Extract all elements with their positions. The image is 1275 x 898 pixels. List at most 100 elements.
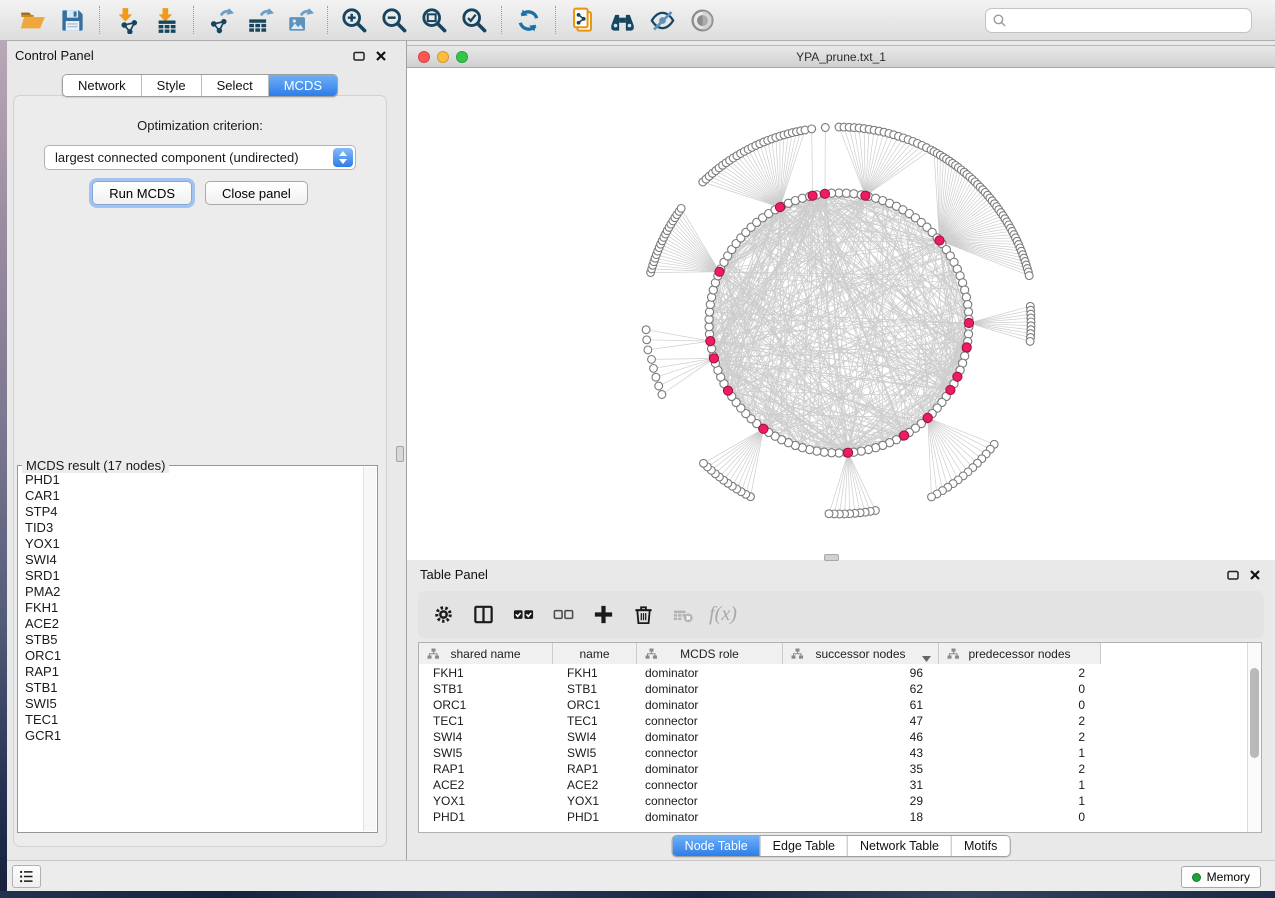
zoom-in-button[interactable] bbox=[338, 4, 371, 37]
close-table-panel-button[interactable] bbox=[1248, 568, 1261, 581]
table-cell: dominator bbox=[637, 697, 783, 713]
import-network-icon bbox=[113, 7, 140, 34]
table-cell: 43 bbox=[783, 745, 939, 761]
criterion-select[interactable]: largest connected component (undirected) bbox=[44, 145, 356, 170]
table-cell: connector bbox=[637, 713, 783, 729]
mcds-result-item[interactable]: SWI5 bbox=[25, 696, 362, 712]
mcds-result-item[interactable]: PMA2 bbox=[25, 584, 362, 600]
column-header-shared-name[interactable]: shared name bbox=[419, 643, 553, 664]
float-table-panel-button[interactable] bbox=[1226, 568, 1239, 581]
table-scrollbar-thumb[interactable] bbox=[1250, 668, 1259, 758]
mcds-result-item[interactable]: CAR1 bbox=[25, 488, 362, 504]
table-cell: ACE2 bbox=[553, 777, 637, 793]
table-row[interactable]: STB1STB1dominator620 bbox=[419, 681, 1247, 697]
export-table-button[interactable] bbox=[244, 4, 277, 37]
export-image-button[interactable] bbox=[284, 4, 317, 37]
table-row[interactable]: FKH1FKH1dominator962 bbox=[419, 665, 1247, 681]
toolbar-group bbox=[502, 4, 555, 37]
memory-button[interactable]: Memory bbox=[1181, 866, 1261, 888]
vertical-splitter[interactable] bbox=[393, 41, 407, 860]
mcds-result-item[interactable]: SWI4 bbox=[25, 552, 362, 568]
network-window-titlebar[interactable]: YPA_prune.txt_1 bbox=[407, 45, 1275, 68]
refresh-button[interactable] bbox=[512, 4, 545, 37]
mcds-result-item[interactable]: YOX1 bbox=[25, 536, 362, 552]
network-graph[interactable] bbox=[407, 68, 1275, 560]
float-panel-button[interactable] bbox=[352, 49, 365, 62]
deselect-all-rows-button[interactable] bbox=[550, 602, 576, 628]
mcds-result-item[interactable]: TID3 bbox=[25, 520, 362, 536]
search-input[interactable] bbox=[1010, 10, 1247, 31]
table-row[interactable]: TEC1TEC1connector472 bbox=[419, 713, 1247, 729]
save-session-button[interactable] bbox=[56, 4, 89, 37]
zoom-selected-button[interactable] bbox=[458, 4, 491, 37]
mcds-result-item[interactable]: PHD1 bbox=[25, 472, 362, 488]
zoom-out-icon bbox=[381, 7, 408, 34]
search-network-button[interactable] bbox=[606, 4, 639, 37]
close-panel-button[interactable] bbox=[374, 49, 387, 62]
tab-mcds[interactable]: MCDS bbox=[268, 75, 337, 96]
table-row[interactable]: RAP1RAP1dominator352 bbox=[419, 761, 1247, 777]
mcds-result-item[interactable]: ORC1 bbox=[25, 648, 362, 664]
tab-motifs[interactable]: Motifs bbox=[951, 836, 1009, 856]
tab-style[interactable]: Style bbox=[141, 75, 201, 96]
network-canvas[interactable] bbox=[407, 68, 1275, 560]
table-cell: 96 bbox=[783, 665, 939, 681]
automation-panel-button[interactable] bbox=[12, 865, 41, 888]
mcds-result-item[interactable]: RAP1 bbox=[25, 664, 362, 680]
column-header-successor-nodes[interactable]: successor nodes bbox=[783, 643, 939, 664]
control-panel: Control Panel NetworkStyleSelectMCDS Opt… bbox=[7, 41, 393, 860]
vertical-splitter-handle[interactable] bbox=[396, 446, 404, 462]
table-row[interactable]: ACE2ACE2connector311 bbox=[419, 777, 1247, 793]
select-all-rows-button[interactable] bbox=[510, 602, 536, 628]
run-mcds-button[interactable]: Run MCDS bbox=[92, 181, 192, 205]
table-settings-button[interactable] bbox=[430, 602, 456, 628]
show-graphics-button[interactable] bbox=[686, 4, 719, 37]
tab-network[interactable]: Network bbox=[63, 75, 141, 96]
delete-column-button[interactable] bbox=[630, 602, 656, 628]
column-header-predecessor-nodes[interactable]: predecessor nodes bbox=[939, 643, 1101, 664]
add-column-button[interactable] bbox=[590, 602, 616, 628]
hide-selected-button[interactable] bbox=[646, 4, 679, 37]
export-network-icon bbox=[207, 7, 234, 34]
table-row[interactable]: SWI5SWI5connector431 bbox=[419, 745, 1247, 761]
table-hierarchy-icon bbox=[947, 648, 960, 663]
tab-node-table[interactable]: Node Table bbox=[673, 836, 760, 856]
close-icon bbox=[1249, 569, 1261, 581]
share-document-button[interactable] bbox=[566, 4, 599, 37]
table-row[interactable]: PHD1PHD1dominator180 bbox=[419, 809, 1247, 825]
close-panel-action-button[interactable]: Close panel bbox=[205, 181, 308, 205]
table-row[interactable]: YOX1YOX1connector291 bbox=[419, 793, 1247, 809]
mcds-list-scrollbar[interactable] bbox=[363, 467, 376, 831]
import-network-button[interactable] bbox=[110, 4, 143, 37]
refresh-icon bbox=[515, 7, 542, 34]
mcds-result-item[interactable]: GCR1 bbox=[25, 728, 362, 744]
tab-network-table[interactable]: Network Table bbox=[847, 836, 951, 856]
column-header-name[interactable]: name bbox=[553, 643, 637, 664]
mcds-result-item[interactable]: ACE2 bbox=[25, 616, 362, 632]
table-scrollbar[interactable] bbox=[1247, 643, 1261, 832]
mcds-result-item[interactable]: STB1 bbox=[25, 680, 362, 696]
mcds-result-item[interactable]: STP4 bbox=[25, 504, 362, 520]
export-network-button[interactable] bbox=[204, 4, 237, 37]
tab-edge-table[interactable]: Edge Table bbox=[760, 836, 847, 856]
open-file-button[interactable] bbox=[16, 4, 49, 37]
mcds-result-item[interactable]: STB5 bbox=[25, 632, 362, 648]
zoom-out-button[interactable] bbox=[378, 4, 411, 37]
horizontal-splitter-handle[interactable] bbox=[824, 554, 839, 561]
column-visibility-button[interactable] bbox=[470, 602, 496, 628]
table-row[interactable]: ORC1ORC1dominator610 bbox=[419, 697, 1247, 713]
table-cell: 2 bbox=[939, 665, 1101, 681]
table-cell: connector bbox=[637, 745, 783, 761]
column-header-mcds-role[interactable]: MCDS role bbox=[637, 643, 783, 664]
mcds-result-item[interactable]: TEC1 bbox=[25, 712, 362, 728]
table-cell: 2 bbox=[939, 713, 1101, 729]
zoom-fit-button[interactable] bbox=[418, 4, 451, 37]
tab-select[interactable]: Select bbox=[201, 75, 268, 96]
table-cell: SWI5 bbox=[553, 745, 637, 761]
import-table-button[interactable] bbox=[150, 4, 183, 37]
table-cell: STB1 bbox=[553, 681, 637, 697]
table-cell: SWI5 bbox=[419, 745, 553, 761]
table-row[interactable]: SWI4SWI4dominator462 bbox=[419, 729, 1247, 745]
mcds-result-item[interactable]: FKH1 bbox=[25, 600, 362, 616]
mcds-result-item[interactable]: SRD1 bbox=[25, 568, 362, 584]
